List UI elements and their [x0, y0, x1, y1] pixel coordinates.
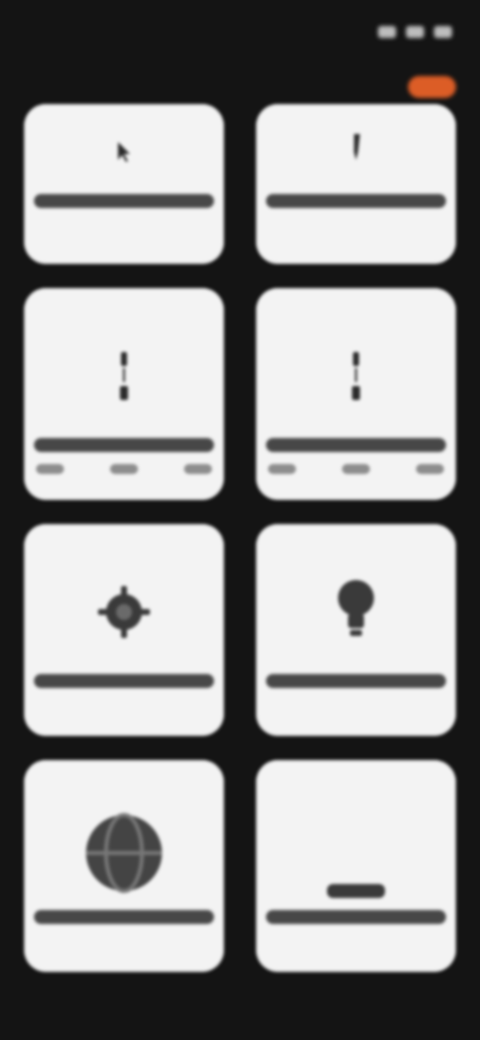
wifi-icon	[406, 26, 424, 38]
tile-3[interactable]	[24, 288, 224, 500]
tile-sublabel	[36, 464, 212, 482]
tile-label	[266, 674, 446, 688]
tile-label	[34, 194, 214, 208]
tile-label	[34, 438, 214, 452]
tile-label	[266, 438, 446, 452]
tile-6[interactable]	[256, 524, 456, 736]
tile-4[interactable]	[256, 288, 456, 500]
connector-icon	[352, 352, 360, 400]
status-bar	[0, 0, 480, 64]
tile-5[interactable]	[24, 524, 224, 736]
shape-icon	[327, 884, 385, 898]
tile-2[interactable]	[256, 104, 456, 264]
globe-icon	[86, 813, 162, 893]
pen-icon	[354, 134, 360, 160]
tile-label	[266, 194, 446, 208]
tile-7[interactable]	[24, 760, 224, 972]
tile-label	[34, 674, 214, 688]
tile-label	[34, 910, 214, 924]
cursor-icon	[118, 142, 130, 162]
tile-sublabel	[268, 464, 444, 482]
tile-1[interactable]	[24, 104, 224, 264]
connector-icon	[120, 352, 128, 400]
tile-8[interactable]	[256, 760, 456, 972]
status-icons	[378, 26, 452, 38]
battery-icon	[434, 26, 452, 38]
cog-icon	[98, 586, 150, 638]
signal-icon	[378, 26, 396, 38]
header-action-button[interactable]	[408, 76, 456, 98]
lightbulb-icon	[338, 580, 374, 636]
tile-grid	[24, 104, 456, 1016]
tile-label	[266, 910, 446, 924]
